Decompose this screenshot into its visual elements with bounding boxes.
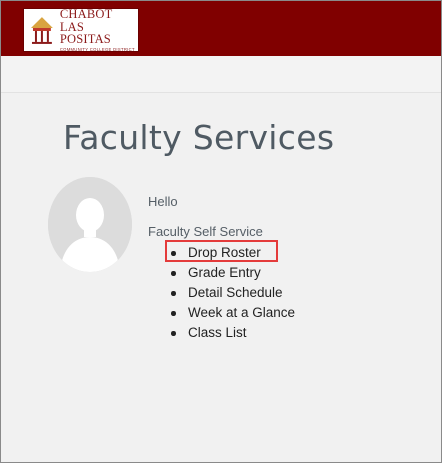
college-logo[interactable]: CHABOT LAS POSITAS COMMUNITY COLLEGE DIS… bbox=[23, 8, 139, 52]
menu-item-class-list: Class List bbox=[171, 323, 295, 343]
menu-item-detail-schedule: Detail Schedule bbox=[171, 283, 295, 303]
logo-line-district: COMMUNITY COLLEGE DISTRICT bbox=[59, 46, 135, 52]
top-header-bar: CHABOT LAS POSITAS COMMUNITY COLLEGE DIS… bbox=[1, 1, 441, 56]
week-at-a-glance-link[interactable]: Week at a Glance bbox=[188, 305, 295, 320]
person-silhouette-icon bbox=[48, 177, 132, 272]
greeting-text: Hello bbox=[148, 194, 178, 209]
page-title: Faculty Services bbox=[63, 118, 335, 157]
logo-line-las-positas: LAS POSITAS bbox=[59, 19, 111, 47]
logo-wordmark: CHABOT LAS POSITAS COMMUNITY COLLEGE DIS… bbox=[60, 8, 138, 52]
college-building-icon bbox=[29, 16, 54, 44]
menu-item-grade-entry: Grade Entry bbox=[171, 263, 295, 283]
header-spacer bbox=[1, 56, 441, 93]
faculty-self-service-label: Faculty Self Service bbox=[148, 224, 263, 239]
class-list-link[interactable]: Class List bbox=[188, 325, 247, 340]
menu-item-week-at-a-glance: Week at a Glance bbox=[171, 303, 295, 323]
avatar bbox=[48, 177, 132, 272]
logo-line-chabot: CHABOT bbox=[59, 7, 113, 22]
grade-entry-link[interactable]: Grade Entry bbox=[188, 265, 261, 280]
drop-roster-highlight-box bbox=[165, 240, 278, 262]
detail-schedule-link[interactable]: Detail Schedule bbox=[188, 285, 283, 300]
